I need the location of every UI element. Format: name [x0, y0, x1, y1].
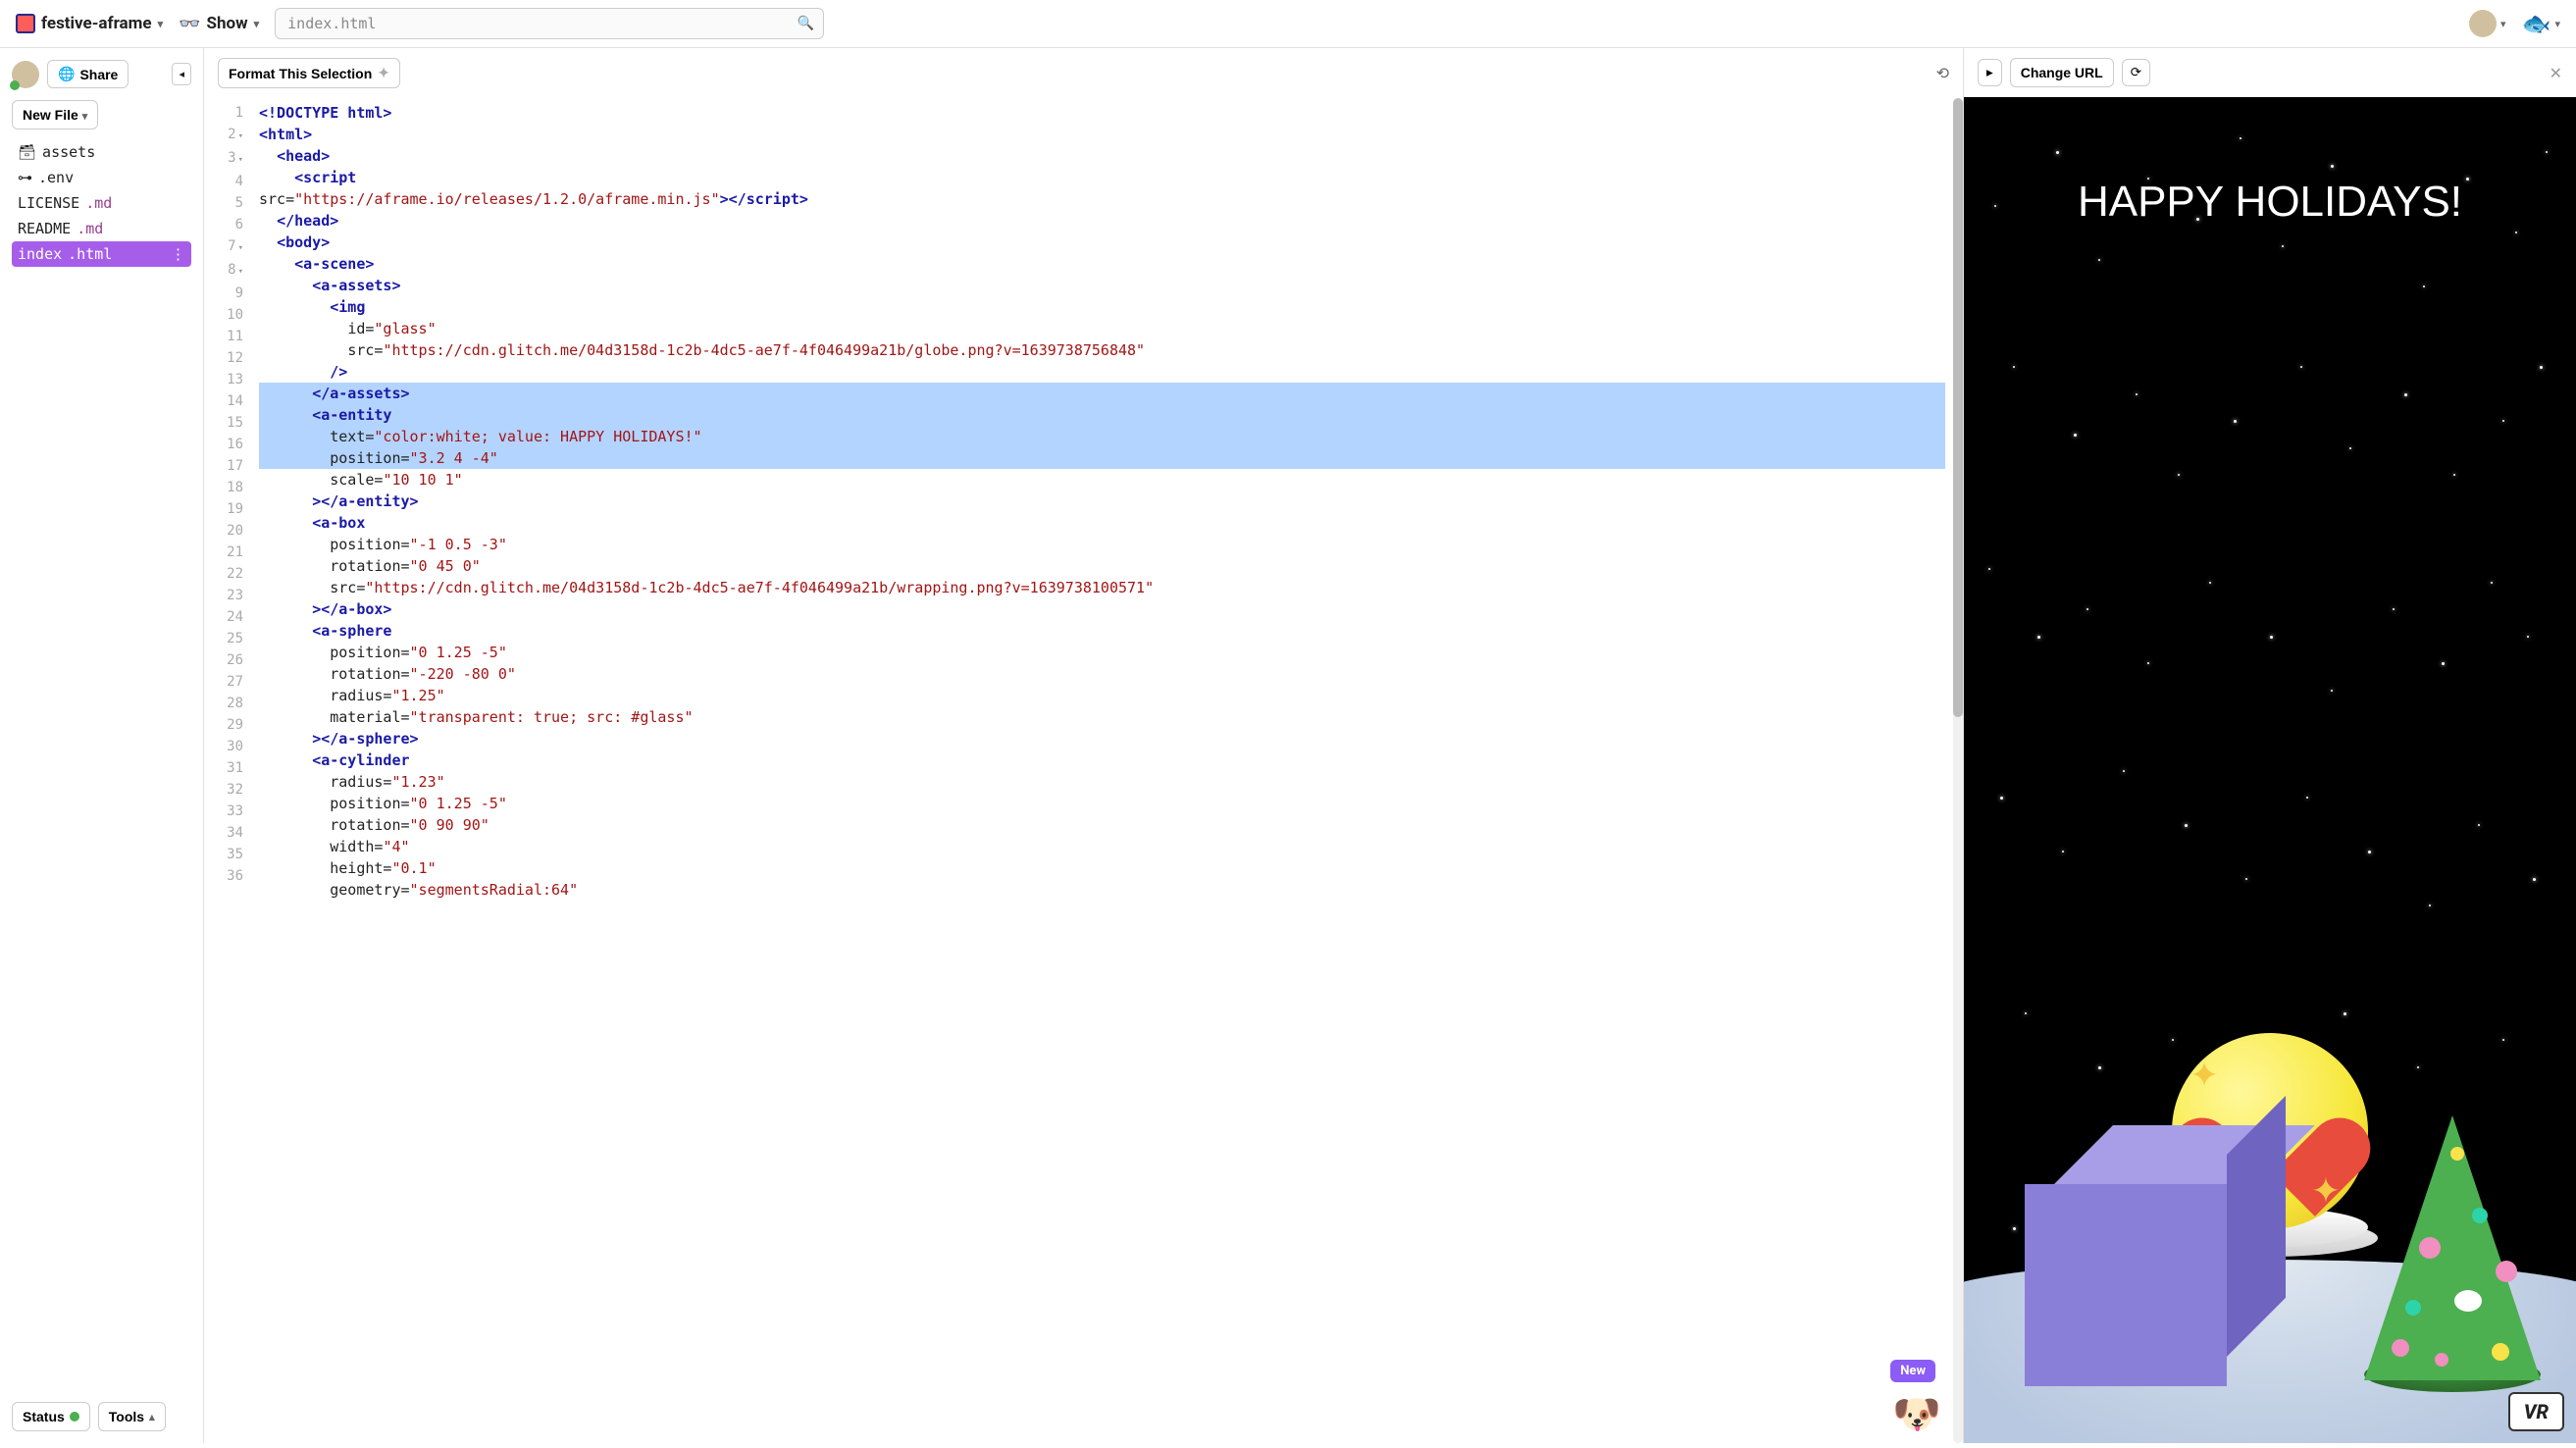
dot-pink	[2496, 1261, 2517, 1282]
open-new-window-button[interactable]: ▸	[1978, 59, 2002, 86]
tools-label: Tools	[109, 1409, 144, 1424]
dot-teal	[2472, 1208, 2488, 1223]
show-dropdown[interactable]: 👓 Show ▾	[179, 14, 259, 34]
sparkle-icon: ✦	[378, 65, 389, 81]
dot-yellow	[2450, 1147, 2464, 1161]
file-name: LICENSE	[18, 194, 79, 212]
external-link-icon: ▸	[1986, 65, 1993, 79]
search-input[interactable]	[275, 8, 824, 39]
header: festive-aframe ▾ 👓 Show ▾ 🔍 ▾ 🐟 ▾	[0, 0, 2576, 48]
fish-icon: 🐟	[2522, 10, 2551, 37]
sparkle-icon: ✦	[2311, 1170, 2341, 1212]
preview-toolbar: ▸ Change URL ⟳ ✕	[1964, 48, 2576, 97]
format-selection-button[interactable]: Format This Selection ✦	[218, 58, 400, 88]
file-ext: .md	[85, 194, 112, 212]
file-item-index[interactable]: index .html ⋮	[12, 241, 191, 267]
gutter: 1234567891011121314151617181920212223242…	[204, 98, 251, 1443]
status-label: Status	[23, 1409, 65, 1424]
status-button[interactable]: Status	[12, 1402, 90, 1431]
search-icon[interactable]: 🔍	[798, 16, 814, 31]
show-label: Show	[207, 14, 248, 33]
preview-canvas[interactable]: HAPPY HOLIDAYS! ✦ ✦	[1964, 97, 2576, 1443]
tools-button[interactable]: Tools ▴	[98, 1402, 166, 1431]
chevron-down-icon: ▾	[254, 18, 260, 30]
file-name: README	[18, 220, 71, 237]
status-dot-icon	[70, 1412, 79, 1422]
file-list: 🗃 assets ⊶ .env LICENSE .md README .md index .htm…	[12, 139, 191, 267]
new-badge[interactable]: New	[1890, 1360, 1935, 1382]
scrollbar[interactable]	[1953, 98, 1963, 1443]
mascot-icon[interactable]: 🐶	[1892, 1391, 1941, 1437]
sparkle-icon: ✦	[2190, 1055, 2219, 1096]
cube-front	[2025, 1184, 2227, 1386]
change-url-button[interactable]: Change URL	[2010, 58, 2114, 87]
dot-pink	[2435, 1353, 2448, 1367]
file-ext: .html	[68, 245, 112, 263]
vr-button[interactable]: VR	[2508, 1392, 2564, 1431]
file-menu-icon[interactable]: ⋮	[171, 245, 185, 263]
avatar	[2469, 10, 2497, 37]
file-item-LICENSE[interactable]: LICENSE .md	[12, 190, 191, 216]
cube	[2025, 1184, 2227, 1386]
dot-yellow	[2492, 1343, 2509, 1361]
avatar[interactable]	[12, 61, 39, 88]
collapse-sidebar-button[interactable]: ◂	[172, 63, 191, 85]
file-name: assets	[42, 143, 95, 161]
file-item-assets[interactable]: 🗃 assets	[12, 139, 191, 165]
holiday-text: HAPPY HOLIDAYS!	[1964, 178, 2576, 227]
user-menu[interactable]: ▾	[2469, 10, 2506, 37]
dot-pink	[2419, 1237, 2441, 1259]
chevron-up-icon: ▴	[149, 1411, 155, 1423]
file-ext: .md	[77, 220, 103, 237]
file-name: index	[18, 245, 62, 263]
globe-icon: 🌐	[58, 66, 75, 82]
main: 🌐 Share ◂ New File ▾ 🗃 assets ⊶ .env LICENSE…	[0, 48, 2576, 1443]
status-dot-icon	[10, 80, 20, 90]
dot-pink	[2392, 1339, 2409, 1357]
sidebar: 🌐 Share ◂ New File ▾ 🗃 assets ⊶ .env LICENSE…	[0, 48, 204, 1443]
chevron-down-icon: ▾	[82, 111, 88, 123]
search-container: 🔍	[275, 8, 824, 39]
share-button[interactable]: 🌐 Share	[47, 60, 129, 88]
scroll-thumb[interactable]	[1953, 98, 1963, 717]
dot-teal	[2405, 1300, 2421, 1316]
dot-white	[2454, 1290, 2482, 1312]
project-dropdown[interactable]: festive-aframe ▾	[16, 14, 163, 33]
refresh-icon: ⟳	[2131, 65, 2141, 79]
editor-pane: Format This Selection ✦ ⟲ 12345678910111…	[204, 48, 1964, 1443]
newfile-label: New File	[23, 107, 78, 123]
close-preview-button[interactable]: ✕	[2550, 64, 2562, 82]
project-name-label: festive-aframe	[41, 14, 152, 33]
file-name: .env	[38, 169, 74, 186]
share-label: Share	[79, 67, 118, 82]
glitch-menu[interactable]: 🐟 ▾	[2522, 10, 2560, 37]
file-type-icon: 🗃	[18, 143, 36, 161]
chevron-down-icon: ▾	[158, 18, 164, 30]
editor-toolbar: Format This Selection ✦ ⟲	[204, 48, 1963, 98]
glasses-icon: 👓	[179, 14, 200, 34]
rewind-button[interactable]: ⟲	[1936, 64, 1949, 82]
sidebar-bottom: Status Tools ▴	[12, 1402, 191, 1431]
file-item-env[interactable]: ⊶ .env	[12, 165, 191, 190]
refresh-button[interactable]: ⟳	[2122, 59, 2150, 86]
file-item-README[interactable]: README .md	[12, 216, 191, 241]
project-icon	[16, 14, 35, 33]
code-area[interactable]: 1234567891011121314151617181920212223242…	[204, 98, 1963, 1443]
code-editor[interactable]: <!DOCTYPE html><html> <head> <scriptsrc=…	[251, 98, 1953, 1443]
format-label: Format This Selection	[229, 66, 372, 81]
chevron-down-icon: ▾	[2500, 18, 2506, 30]
chevron-down-icon: ▾	[2554, 18, 2560, 30]
file-type-icon: ⊶	[18, 169, 32, 186]
sidebar-top: 🌐 Share ◂	[12, 60, 191, 88]
preview-pane: ▸ Change URL ⟳ ✕ HAPPY HOLIDAYS! ✦ ✦	[1964, 48, 2576, 1443]
new-file-button[interactable]: New File ▾	[12, 100, 98, 129]
